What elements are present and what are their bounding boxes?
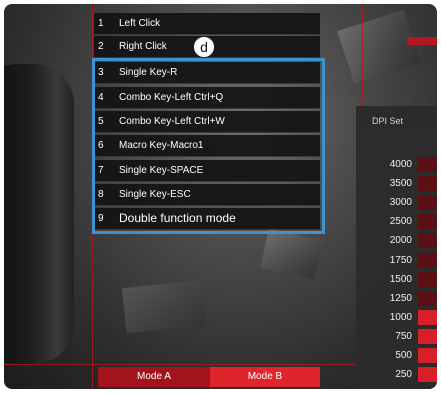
menu-item-label: Single Key-R bbox=[119, 67, 178, 78]
menu-item-macro1[interactable]: 6 Macro Key-Macro1 bbox=[94, 135, 320, 157]
menu-item-label: Double function mode bbox=[119, 211, 236, 225]
menu-item-combo-ctrl-q[interactable]: 4 Combo Key-Left Ctrl+Q bbox=[94, 87, 320, 109]
dpi-row[interactable]: 250 bbox=[356, 365, 437, 384]
menu-item-number: 2 bbox=[98, 41, 104, 52]
dpi-value: 250 bbox=[395, 369, 412, 381]
menu-item-label: Left Click bbox=[119, 18, 161, 29]
dpi-level-swatch[interactable] bbox=[418, 328, 437, 344]
background-rock bbox=[260, 228, 323, 280]
menu-item-label: Macro Key-Macro1 bbox=[119, 140, 204, 151]
dpi-row[interactable]: 750 bbox=[356, 327, 437, 346]
menu-item-number: 5 bbox=[98, 116, 104, 127]
menu-item-single-key-space[interactable]: 7 Single Key-SPACE bbox=[94, 160, 320, 182]
dpi-value: 2500 bbox=[389, 216, 412, 228]
menu-item-number: 7 bbox=[98, 165, 104, 176]
dpi-row[interactable]: 3500 bbox=[356, 174, 437, 193]
background-rock bbox=[121, 279, 207, 334]
dpi-level-swatch[interactable] bbox=[418, 214, 437, 230]
dpi-row[interactable]: 4000 bbox=[356, 155, 437, 174]
dpi-level-swatch[interactable] bbox=[418, 157, 437, 172]
mode-a-button[interactable]: Mode A bbox=[98, 367, 210, 387]
dpi-row[interactable]: 1250 bbox=[356, 289, 437, 308]
dpi-row[interactable]: 1750 bbox=[356, 251, 437, 270]
mouse-image: 2 bbox=[4, 64, 74, 364]
menu-item-single-key-esc[interactable]: 8 Single Key-ESC bbox=[94, 184, 320, 206]
dpi-value: 2000 bbox=[389, 235, 412, 247]
dpi-level-swatch[interactable] bbox=[418, 252, 437, 268]
dpi-level-swatch[interactable] bbox=[418, 195, 437, 211]
callout-badge: d bbox=[193, 36, 215, 58]
dpi-row[interactable]: 500 bbox=[356, 346, 437, 365]
dpi-row[interactable]: 2500 bbox=[356, 212, 437, 231]
mode-b-button[interactable]: Mode B bbox=[210, 367, 320, 387]
dpi-level-swatch[interactable] bbox=[418, 309, 437, 325]
menu-item-number: 3 bbox=[98, 67, 104, 78]
dpi-row[interactable]: 3000 bbox=[356, 193, 437, 212]
dpi-level-swatch[interactable] bbox=[418, 271, 437, 287]
dpi-value: 1500 bbox=[389, 273, 412, 285]
dpi-value: 4000 bbox=[389, 159, 412, 170]
menu-item-number: 8 bbox=[98, 189, 104, 200]
dpi-row[interactable]: 1000 bbox=[356, 308, 437, 327]
menu-item-label: Combo Key-Left Ctrl+W bbox=[119, 116, 225, 127]
decor-line bbox=[92, 4, 93, 389]
menu-item-number: 9 bbox=[98, 213, 104, 224]
dpi-level-swatch[interactable] bbox=[418, 367, 437, 383]
dpi-level-swatch[interactable] bbox=[418, 233, 437, 249]
dpi-value: 1750 bbox=[389, 254, 412, 266]
background-rock bbox=[337, 9, 421, 84]
menu-item-combo-ctrl-w[interactable]: 5 Combo Key-Left Ctrl+W bbox=[94, 111, 320, 133]
menu-item-label: Right Click bbox=[119, 41, 167, 52]
dpi-value: 500 bbox=[395, 350, 412, 361]
dpi-value: 750 bbox=[395, 330, 412, 342]
menu-item-single-key-r[interactable]: 3 Single Key-R bbox=[94, 62, 320, 84]
dpi-level-swatch[interactable] bbox=[418, 290, 437, 306]
menu-item-label: Single Key-SPACE bbox=[119, 165, 204, 176]
dpi-row[interactable]: 2000 bbox=[356, 231, 437, 250]
menu-item-number: 1 bbox=[98, 18, 104, 29]
menu-item-number: 4 bbox=[98, 92, 104, 103]
menu-item-number: 6 bbox=[98, 140, 104, 151]
dpi-row[interactable]: 1500 bbox=[356, 270, 437, 289]
header-accent-bar bbox=[407, 37, 437, 45]
dpi-level-swatch[interactable] bbox=[418, 348, 437, 363]
dpi-value: 3000 bbox=[389, 197, 412, 209]
menu-item-double-function[interactable]: 9 Double function mode bbox=[94, 208, 320, 230]
dpi-value: 1000 bbox=[389, 311, 412, 323]
menu-item-label: Single Key-ESC bbox=[119, 189, 191, 200]
menu-item-label: Combo Key-Left Ctrl+Q bbox=[119, 92, 224, 103]
menu-item-left-click[interactable]: 1 Left Click bbox=[94, 13, 320, 35]
dpi-value: 1250 bbox=[389, 292, 412, 304]
dpi-value: 3500 bbox=[389, 178, 412, 190]
dpi-title: DPI Set bbox=[372, 116, 404, 126]
dpi-level-swatch[interactable] bbox=[418, 176, 437, 192]
